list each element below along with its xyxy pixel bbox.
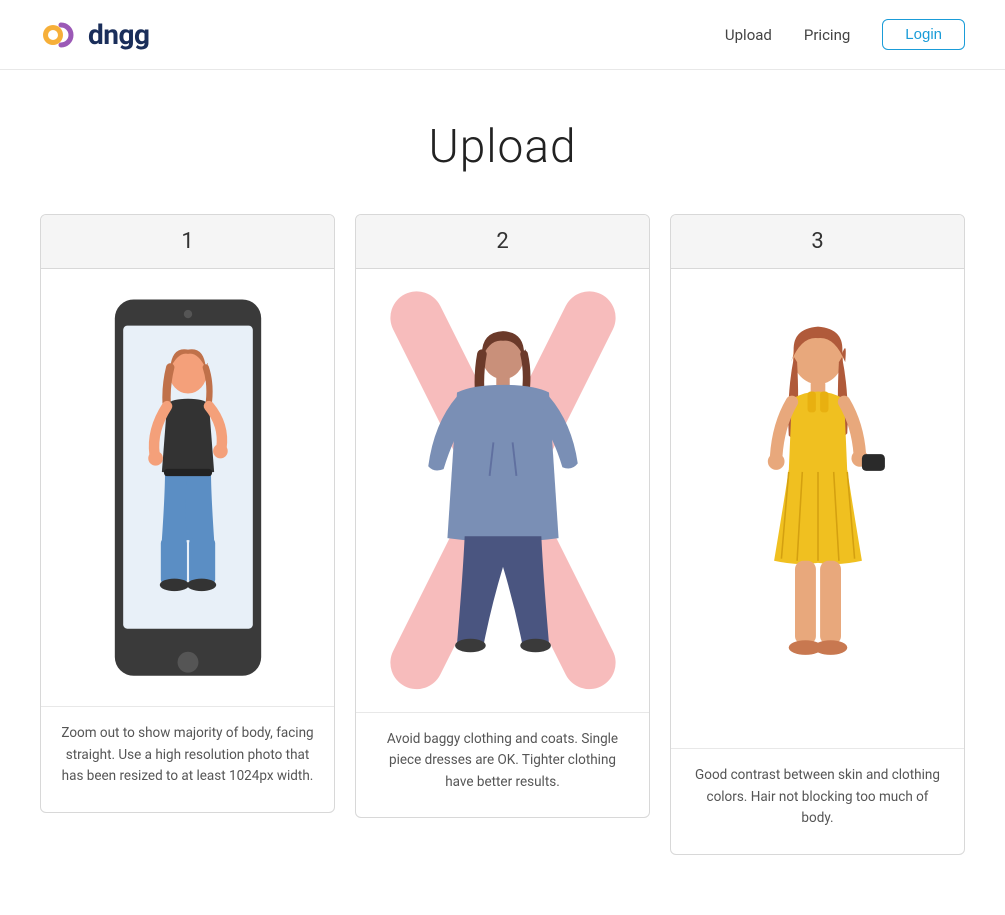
nav-upload[interactable]: Upload [725, 26, 772, 44]
logo-icon [40, 14, 82, 56]
logo[interactable]: dngg [40, 14, 149, 56]
card-3-illustration [703, 289, 933, 728]
card-1-illustration [73, 289, 303, 686]
main-nav: Upload Pricing Login [725, 19, 965, 50]
site-header: dngg Upload Pricing Login [0, 0, 1005, 70]
card-2-illustration [388, 289, 618, 692]
card-3: 3 [670, 214, 965, 855]
card-3-caption: Good contrast between skin and clothing … [671, 748, 964, 854]
cards-row: 1 [40, 214, 965, 855]
card-2-header: 2 [356, 215, 649, 269]
card-2: 2 [355, 214, 650, 818]
card-1-image [41, 269, 334, 706]
main-content: Upload 1 [0, 70, 1005, 915]
card-3-image [671, 269, 964, 748]
card-1-header: 1 [41, 215, 334, 269]
card-3-header: 3 [671, 215, 964, 269]
nav-pricing[interactable]: Pricing [804, 26, 850, 44]
card-1-caption: Zoom out to show majority of body, facin… [41, 706, 334, 812]
card-2-caption: Avoid baggy clothing and coats. Single p… [356, 712, 649, 818]
card-2-image [356, 269, 649, 712]
card-1: 1 [40, 214, 335, 813]
page-title: Upload [40, 120, 965, 174]
logo-text: dngg [88, 18, 149, 51]
login-button[interactable]: Login [882, 19, 965, 50]
